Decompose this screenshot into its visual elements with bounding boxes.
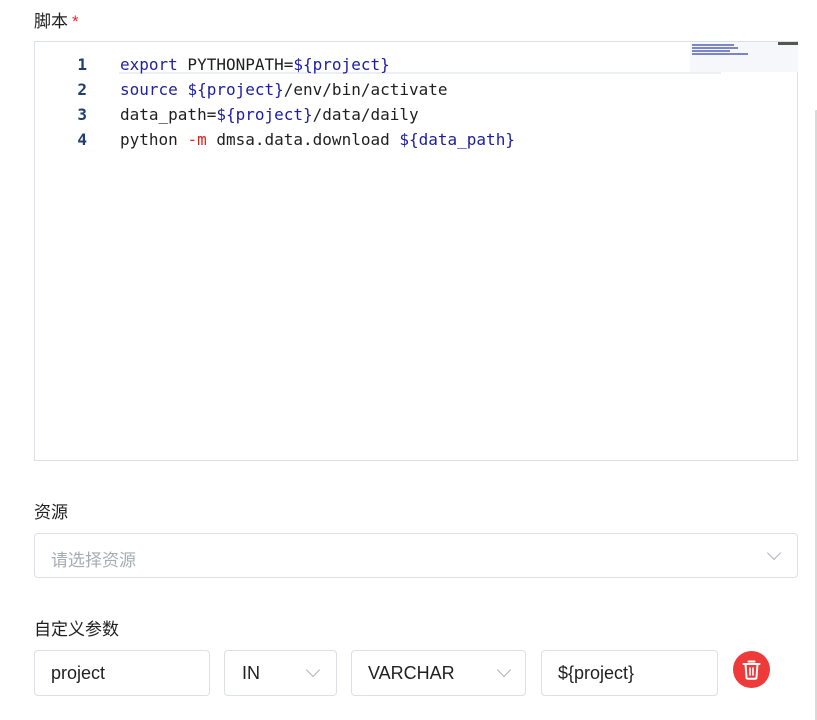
code-token: ${project} <box>216 105 313 124</box>
minimap-line <box>692 44 734 46</box>
code-text: python -m dmsa.data.download ${data_path… <box>120 127 515 152</box>
code-token: ${project} <box>293 55 390 74</box>
code-token: -m <box>187 130 207 149</box>
line-number: 1 <box>77 55 87 74</box>
code-token: data_path= <box>120 105 217 124</box>
chevron-down-icon <box>766 545 782 561</box>
chevron-down-icon <box>305 662 321 678</box>
delete-param-button[interactable] <box>733 651 770 688</box>
required-mark: * <box>72 12 79 31</box>
param-type-value: VARCHAR <box>368 663 455 683</box>
minimap-line <box>692 50 730 52</box>
minimap-line <box>692 53 748 55</box>
code-token: ${data_path} <box>399 130 515 149</box>
editor-minimap[interactable] <box>690 42 798 72</box>
minimap-line <box>692 47 738 49</box>
line-number: 3 <box>77 105 87 124</box>
code-text: data_path=${project}/data/daily <box>120 102 419 127</box>
line-number: 4 <box>77 130 87 149</box>
code-token: dmsa.data.download <box>206 130 400 149</box>
param-name-input[interactable]: project <box>34 650 210 696</box>
code-text: export PYTHONPATH=${project} <box>120 52 390 77</box>
code-token: python <box>120 130 188 149</box>
line-number: 2 <box>77 80 87 99</box>
code-token: source <box>120 80 178 99</box>
code-token: /data/daily <box>312 105 419 124</box>
trash-icon <box>742 660 761 680</box>
resource-label: 资源 <box>34 503 68 522</box>
param-type-select[interactable]: VARCHAR <box>351 650 526 696</box>
script-label-text: 脚本 <box>34 12 68 31</box>
resource-select[interactable]: 请选择资源 <box>34 533 798 578</box>
code-token: export <box>120 55 178 74</box>
params-label: 自定义参数 <box>34 620 119 639</box>
code-token: PYTHONPATH= <box>177 55 294 74</box>
script-editor[interactable]: 1 export PYTHONPATH=${project} 2 source ${p… <box>34 41 798 461</box>
param-direction-value: IN <box>242 663 260 683</box>
resource-select-placeholder: 请选择资源 <box>51 551 136 570</box>
code-token: /env/bin/activate <box>283 80 448 99</box>
param-value-input[interactable]: ${project} <box>541 650 718 696</box>
param-direction-select[interactable]: IN <box>224 650 337 696</box>
param-name-value: project <box>51 663 106 683</box>
param-value-text: ${project} <box>558 663 635 683</box>
code-token: ${project} <box>187 80 284 99</box>
script-label: 脚本 * <box>34 7 79 32</box>
chevron-down-icon <box>496 662 512 678</box>
minimap-slider[interactable] <box>778 42 798 45</box>
code-text: source ${project}/env/bin/activate <box>120 77 448 102</box>
